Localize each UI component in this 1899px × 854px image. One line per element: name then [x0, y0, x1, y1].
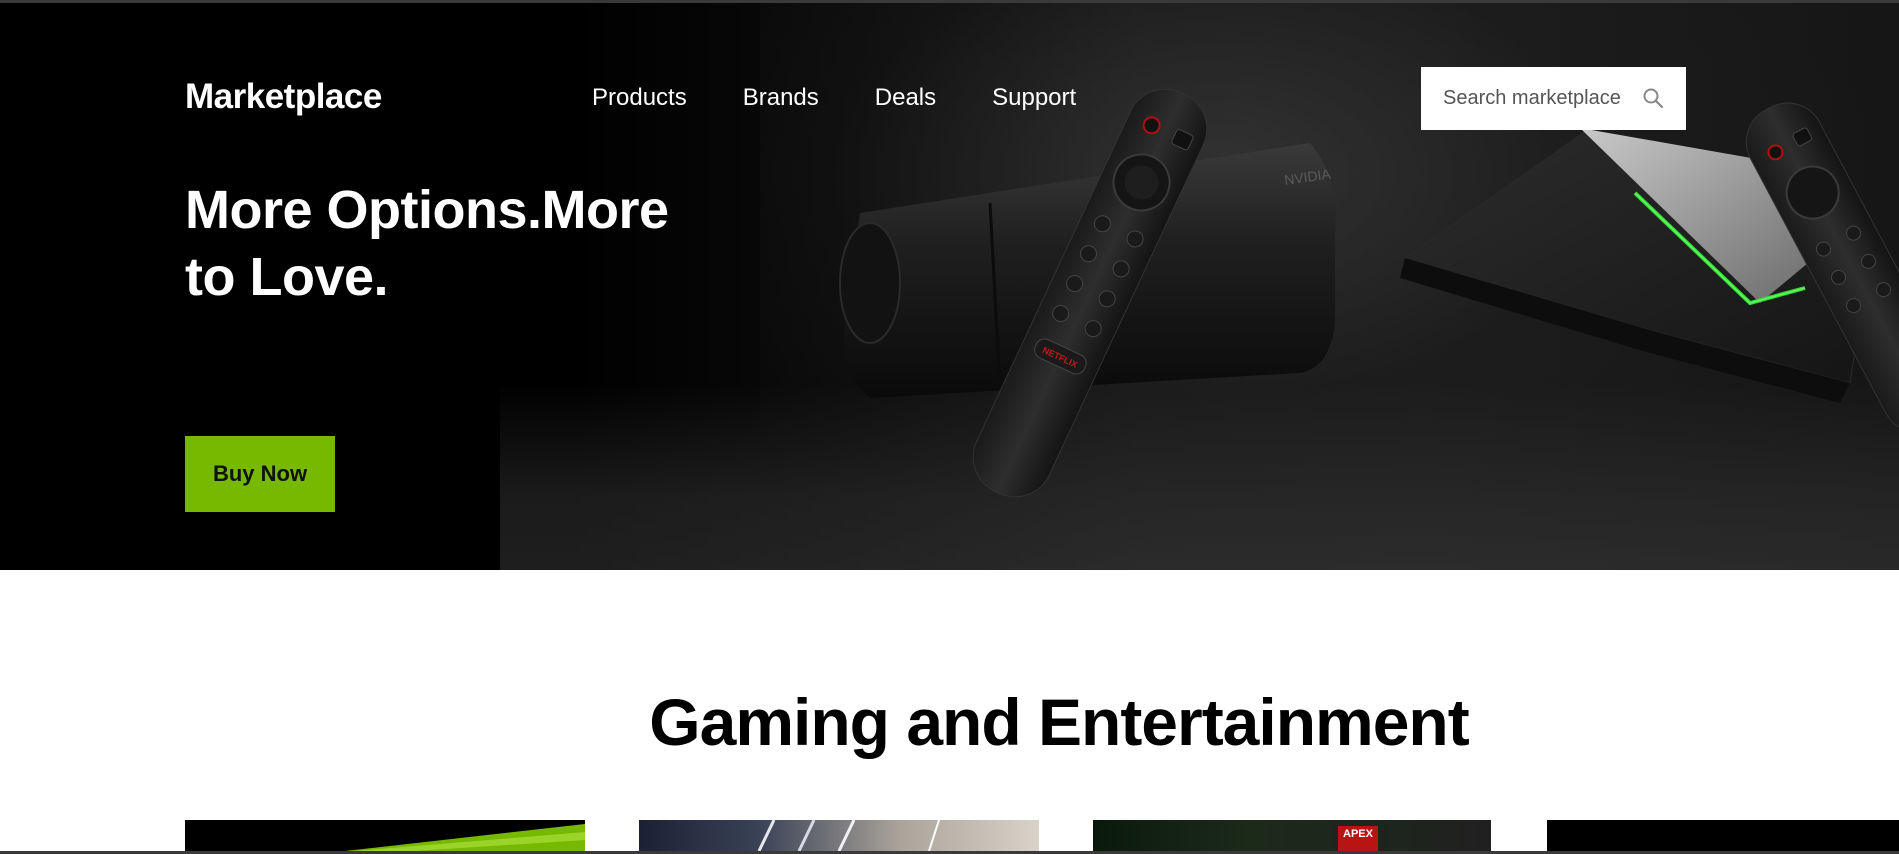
section-title: Gaming and Entertainment — [649, 685, 1469, 759]
nav-item-brands[interactable]: Brands — [743, 83, 819, 113]
card-image — [345, 824, 585, 851]
nav-item-products[interactable]: Products — [592, 83, 687, 113]
product-card[interactable] — [639, 820, 1039, 851]
buy-now-button[interactable]: Buy Now — [185, 436, 335, 512]
product-card[interactable] — [185, 820, 585, 851]
apex-logo: APEX — [1338, 826, 1378, 851]
hero-banner: NVIDIA NETFLIX Marketplace Products Bran… — [0, 3, 1899, 570]
main-nav: Products Brands Deals Support — [592, 83, 1132, 113]
card-row: APEX — [185, 820, 1899, 851]
product-card[interactable] — [1547, 820, 1899, 851]
search-icon[interactable] — [1642, 87, 1664, 109]
hero-title: More Options.More to Love. — [185, 180, 669, 307]
nav-item-support[interactable]: Support — [992, 83, 1076, 113]
search-box — [1421, 67, 1686, 130]
site-logo[interactable]: Marketplace — [185, 77, 382, 117]
search-input[interactable] — [1441, 86, 1645, 111]
nav-item-deals[interactable]: Deals — [875, 83, 936, 113]
product-card[interactable]: APEX — [1093, 820, 1491, 851]
card-image — [757, 820, 940, 851]
page: NVIDIA NETFLIX Marketplace Products Bran… — [0, 0, 1899, 854]
